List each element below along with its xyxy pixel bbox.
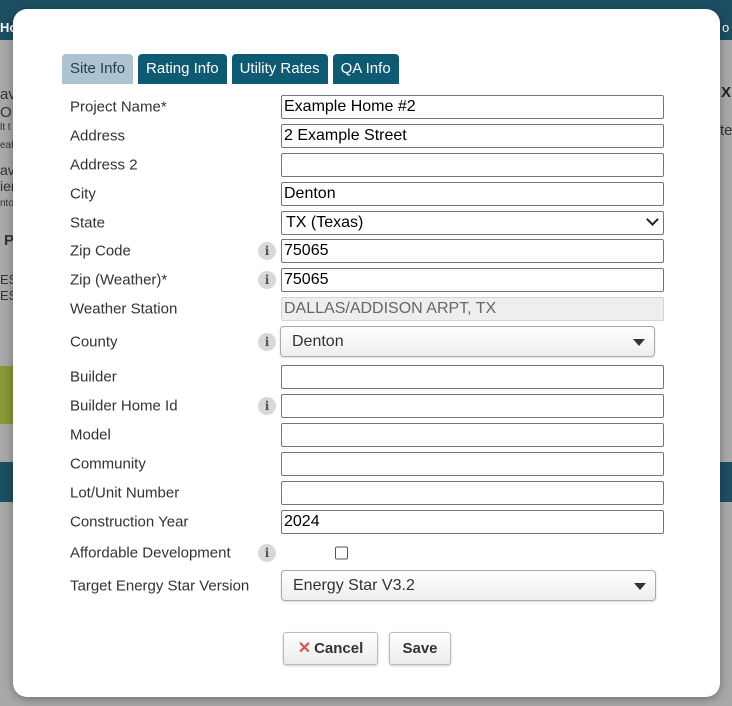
state-select-value: TX (Texas) xyxy=(286,214,364,231)
county-select[interactable]: Denton xyxy=(280,326,655,357)
project-name-input[interactable] xyxy=(281,95,664,119)
builder-home-id-input[interactable] xyxy=(281,394,664,418)
project-name-row: Project Name* xyxy=(13,95,720,119)
caret-down-icon xyxy=(633,339,645,346)
background-fragment: o xyxy=(722,20,730,35)
background-fragment: lt t xyxy=(0,122,11,133)
energy-star-select[interactable]: Energy Star V3.2 xyxy=(281,570,656,601)
close-icon: ✕ xyxy=(297,640,312,657)
energy-star-row: Target Energy Star Version Energy Star V… xyxy=(13,570,720,601)
chevron-down-icon xyxy=(646,213,659,226)
city-label: City xyxy=(70,185,96,203)
background-fragment: eat xyxy=(0,140,14,151)
zip-code-label: Zip Code xyxy=(70,242,131,260)
background-fragment: nto xyxy=(0,198,14,209)
affordable-row: Affordable Development i xyxy=(13,541,720,565)
county-label: County xyxy=(70,333,118,350)
modal-tabs: Site Info Rating Info Utility Rates QA I… xyxy=(62,54,404,84)
builder-label: Builder xyxy=(70,368,117,386)
project-name-label: Project Name* xyxy=(70,98,167,116)
cancel-label: Cancel xyxy=(314,640,364,657)
weather-station-row: Weather Station xyxy=(13,297,720,321)
zip-weather-label: Zip (Weather)* xyxy=(70,271,168,289)
background-fragment: te xyxy=(720,122,732,139)
builder-home-id-label: Builder Home Id xyxy=(70,397,178,415)
lot-unit-row: Lot/Unit Number xyxy=(13,481,720,505)
construction-year-input[interactable] xyxy=(281,510,664,534)
info-icon[interactable]: i xyxy=(258,397,276,415)
info-icon[interactable]: i xyxy=(258,544,276,562)
lot-unit-input[interactable] xyxy=(281,481,664,505)
state-row: State TX (Texas) xyxy=(13,211,720,235)
lot-unit-label: Lot/Unit Number xyxy=(70,484,180,502)
tab-rating-info[interactable]: Rating Info xyxy=(138,54,227,84)
state-select[interactable]: TX (Texas) xyxy=(281,211,664,235)
model-row: Model xyxy=(13,423,720,447)
affordable-checkbox[interactable] xyxy=(335,546,348,560)
community-label: Community xyxy=(70,455,146,473)
energy-star-label: Target Energy Star Version xyxy=(70,577,250,594)
address-input[interactable] xyxy=(281,124,664,148)
builder-home-id-row: Builder Home Id i xyxy=(13,394,720,418)
site-info-modal: Site Info Rating Info Utility Rates QA I… xyxy=(13,9,720,697)
county-row: County i Denton xyxy=(13,326,720,357)
zip-weather-input[interactable] xyxy=(281,268,664,292)
affordable-label: Affordable Development xyxy=(70,544,231,562)
model-input[interactable] xyxy=(281,423,664,447)
info-icon[interactable]: i xyxy=(258,271,276,289)
background-fragment: O xyxy=(0,104,12,121)
weather-station-label: Weather Station xyxy=(70,300,178,318)
address-row: Address xyxy=(13,124,720,148)
energy-star-select-value: Energy Star V3.2 xyxy=(293,577,415,594)
address2-label: Address 2 xyxy=(70,156,138,174)
tab-utility-rates[interactable]: Utility Rates xyxy=(231,54,328,84)
address-label: Address xyxy=(70,127,126,145)
save-button[interactable]: Save xyxy=(389,632,451,665)
tab-qa-info[interactable]: QA Info xyxy=(332,54,399,84)
caret-down-icon xyxy=(634,583,646,590)
state-label: State xyxy=(70,214,106,232)
zip-code-row: Zip Code i xyxy=(13,239,720,263)
model-label: Model xyxy=(70,426,111,444)
weather-station-field xyxy=(281,297,664,321)
background-panel xyxy=(0,366,14,424)
community-row: Community xyxy=(13,452,720,476)
background-close-icon: X xyxy=(721,84,732,101)
city-input[interactable] xyxy=(281,182,664,206)
construction-year-label: Construction Year xyxy=(70,513,189,531)
community-input[interactable] xyxy=(281,452,664,476)
construction-year-row: Construction Year xyxy=(13,510,720,534)
zip-code-input[interactable] xyxy=(281,239,664,263)
city-row: City xyxy=(13,182,720,206)
county-select-value: Denton xyxy=(292,333,344,350)
info-icon[interactable]: i xyxy=(258,332,276,351)
tab-site-info[interactable]: Site Info xyxy=(62,54,134,84)
info-icon[interactable]: i xyxy=(258,242,276,260)
address2-input[interactable] xyxy=(281,153,664,177)
address2-row: Address 2 xyxy=(13,153,720,177)
builder-row: Builder xyxy=(13,365,720,389)
zip-weather-row: Zip (Weather)* i xyxy=(13,268,720,292)
builder-input[interactable] xyxy=(281,365,664,389)
cancel-button[interactable]: ✕ Cancel xyxy=(283,632,378,665)
